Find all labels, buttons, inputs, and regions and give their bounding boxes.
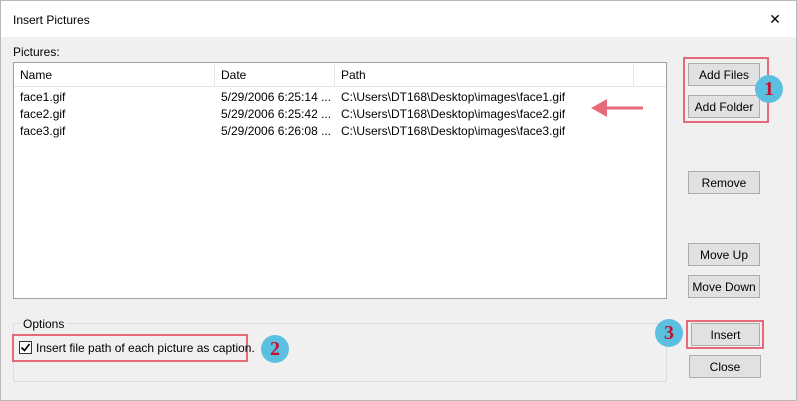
list-header: Name Date Path bbox=[14, 63, 666, 87]
add-folder-button[interactable]: Add Folder bbox=[688, 95, 760, 118]
list-item[interactable]: face1.gif 5/29/2006 6:25:14 ... C:\Users… bbox=[14, 89, 666, 106]
window-title: Insert Pictures bbox=[13, 13, 90, 27]
step-badge-1: 1 bbox=[755, 75, 783, 103]
column-header-date[interactable]: Date bbox=[215, 63, 335, 87]
file-name: face3.gif bbox=[20, 124, 66, 138]
file-name: face1.gif bbox=[20, 90, 66, 104]
move-up-button[interactable]: Move Up bbox=[688, 243, 760, 266]
remove-button[interactable]: Remove bbox=[688, 171, 760, 194]
close-button[interactable]: Close bbox=[689, 355, 761, 378]
file-date: 5/29/2006 6:25:14 ... bbox=[221, 90, 332, 104]
arrow-annotation-icon bbox=[591, 99, 643, 117]
file-path: C:\Users\DT168\Desktop\images\face3.gif bbox=[341, 124, 566, 138]
step-badge-3: 3 bbox=[655, 319, 683, 347]
pictures-label: Pictures: bbox=[13, 45, 60, 59]
column-header-name[interactable]: Name bbox=[14, 63, 215, 87]
file-name: face2.gif bbox=[20, 107, 66, 121]
list-item[interactable]: face3.gif 5/29/2006 6:26:08 ... C:\Users… bbox=[14, 123, 666, 140]
pictures-list[interactable]: Name Date Path face1.gif 5/29/2006 6:25:… bbox=[13, 62, 667, 299]
add-files-button[interactable]: Add Files bbox=[688, 63, 760, 86]
file-date: 5/29/2006 6:26:08 ... bbox=[221, 124, 332, 138]
column-header-path[interactable]: Path bbox=[335, 63, 634, 87]
move-down-button[interactable]: Move Down bbox=[688, 275, 760, 298]
step-badge-2: 2 bbox=[261, 335, 289, 363]
options-legend: Options bbox=[20, 317, 68, 331]
checkmark-icon bbox=[20, 343, 31, 352]
insert-pictures-dialog: Insert Pictures ✕ Pictures: Name Date Pa… bbox=[0, 0, 797, 401]
close-icon: ✕ bbox=[769, 10, 781, 27]
title-bar: Insert Pictures ✕ bbox=[1, 1, 796, 37]
file-date: 5/29/2006 6:25:42 ... bbox=[221, 107, 332, 121]
caption-checkbox-label[interactable]: Insert file path of each picture as capt… bbox=[36, 341, 255, 355]
caption-checkbox[interactable] bbox=[19, 341, 32, 354]
close-window-button[interactable]: ✕ bbox=[759, 5, 791, 33]
list-item[interactable]: face2.gif 5/29/2006 6:25:42 ... C:\Users… bbox=[14, 106, 666, 123]
insert-button[interactable]: Insert bbox=[691, 323, 760, 346]
